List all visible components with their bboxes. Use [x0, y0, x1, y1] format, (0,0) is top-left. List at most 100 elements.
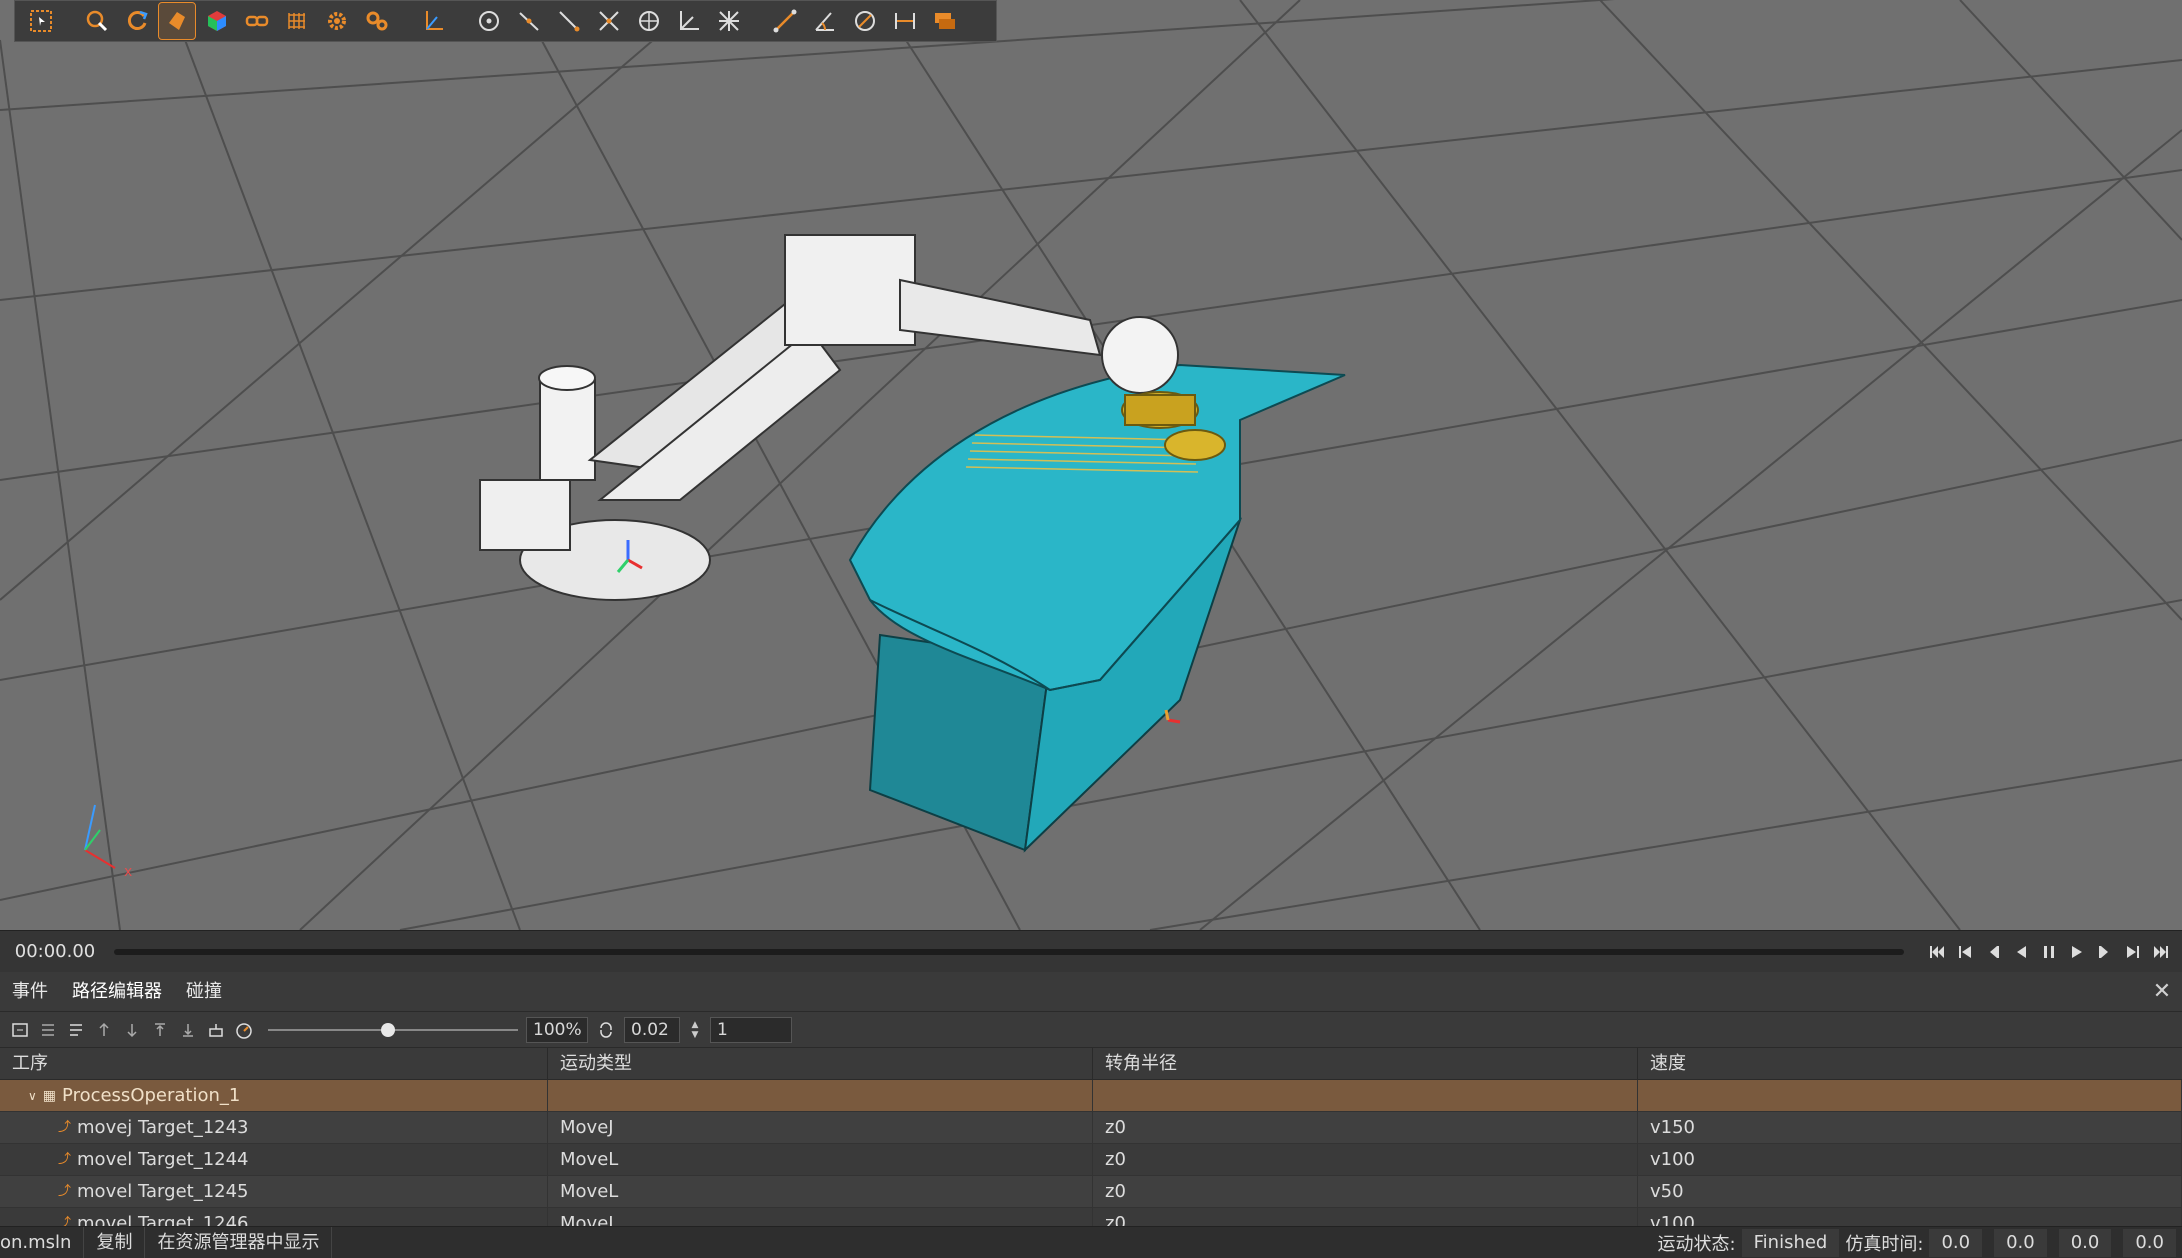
add-point-icon[interactable] — [10, 1020, 30, 1040]
frame-icon[interactable] — [415, 3, 451, 39]
edge-snap-icon[interactable] — [551, 3, 587, 39]
app-window: x 00:00.00 事件 路径编辑器 碰撞 ✕ 100% 0.02 ▲ ▼ 1… — [0, 0, 2182, 1258]
list-edit-icon[interactable] — [66, 1020, 86, 1040]
status-bar: on.msln 复制 在资源管理器中显示 运动状态: Finished 仿真时间… — [0, 1226, 2182, 1258]
group-name: ProcessOperation_1 — [62, 1085, 241, 1106]
axis-x-label: x — [124, 864, 132, 880]
column-header-speed[interactable]: 速度 — [1638, 1048, 2182, 1079]
chevron-down-icon[interactable]: ∨ — [28, 1080, 37, 1112]
motion-state-value: Finished — [1741, 1228, 1840, 1257]
cube-icon[interactable] — [199, 3, 235, 39]
layers-icon[interactable] — [927, 3, 963, 39]
move-up-icon[interactable] — [94, 1020, 114, 1040]
playback-controls — [1928, 941, 2170, 963]
table-row[interactable]: ⤴ movej Target_1243 MoveJ z0 v150 — [0, 1112, 2182, 1144]
row-name: movel Target_1245 — [77, 1181, 249, 1202]
current-time: 00:00.00 — [14, 941, 96, 962]
grid-pattern-icon[interactable] — [279, 3, 315, 39]
table-header: 工序 运动类型 转角半径 速度 — [0, 1048, 2182, 1080]
next-key-icon[interactable] — [2124, 941, 2142, 963]
coord-x-value: 0.0 — [1994, 1228, 2047, 1257]
skip-start-icon[interactable] — [1928, 941, 1946, 963]
row-motion: MoveL — [548, 1144, 1093, 1175]
line-snap-icon[interactable] — [511, 3, 547, 39]
row-name: movel Target_1246 — [77, 1213, 249, 1228]
row-speed: v100 — [1638, 1208, 2182, 1227]
step-field[interactable]: 0.02 — [624, 1016, 680, 1043]
row-name: movej Target_1243 — [77, 1117, 249, 1138]
panel-tabs: 事件 路径编辑器 碰撞 ✕ — [0, 972, 2182, 1012]
skip-end-icon[interactable] — [2152, 941, 2170, 963]
rotate-icon[interactable] — [119, 3, 155, 39]
measure-line-icon[interactable] — [767, 3, 803, 39]
list-icon[interactable] — [38, 1020, 58, 1040]
angle-icon[interactable] — [671, 3, 707, 39]
target-icon: ⤴ — [58, 1120, 72, 1135]
path-toolbar: 100% 0.02 ▲ ▼ 1 — [0, 1012, 2182, 1048]
row-zone: z0 — [1093, 1144, 1638, 1175]
speed-percent-field[interactable]: 100% — [526, 1016, 588, 1043]
close-icon[interactable]: ✕ — [2150, 980, 2174, 1004]
timeline-bar: 00:00.00 — [0, 930, 2182, 972]
row-motion: MoveJ — [548, 1112, 1093, 1143]
scene-canvas[interactable]: x — [0, 0, 2182, 930]
intersection-icon[interactable] — [591, 3, 627, 39]
gear-icon[interactable] — [319, 3, 355, 39]
loop-icon[interactable] — [596, 1020, 616, 1040]
center-icon[interactable] — [631, 3, 667, 39]
target-icon: ⤴ — [58, 1216, 72, 1228]
circle-snap-icon[interactable] — [471, 3, 507, 39]
robot-icon[interactable] — [206, 1020, 226, 1040]
speed-slider[interactable] — [268, 1020, 518, 1040]
table-row[interactable]: ⤴ movel Target_1245 MoveL z0 v50 — [0, 1176, 2182, 1208]
step-spinner[interactable]: ▲ ▼ — [688, 1017, 702, 1043]
chain-icon[interactable] — [239, 3, 275, 39]
count-field[interactable]: 1 — [710, 1016, 792, 1043]
row-zone: z0 — [1093, 1176, 1638, 1207]
play-icon[interactable] — [2068, 941, 2086, 963]
column-header-zone[interactable]: 转角半径 — [1093, 1048, 1638, 1079]
show-in-explorer-button[interactable]: 在资源管理器中显示 — [145, 1226, 333, 1258]
target-icon: ⤴ — [58, 1184, 72, 1199]
place-icon[interactable] — [79, 3, 115, 39]
table-row-group[interactable]: ∨ ▦ ProcessOperation_1 — [0, 1080, 2182, 1112]
column-header-operation[interactable]: 工序 — [0, 1048, 548, 1079]
pause-icon[interactable] — [2040, 941, 2058, 963]
row-speed: v50 — [1638, 1176, 2182, 1207]
tab-collision[interactable]: 碰撞 — [174, 972, 234, 1012]
operation-icon: ▦ — [42, 1088, 57, 1104]
row-speed: v150 — [1638, 1112, 2182, 1143]
gears-icon[interactable] — [359, 3, 395, 39]
row-zone: z0 — [1093, 1112, 1638, 1143]
column-header-motion-type[interactable]: 运动类型 — [548, 1048, 1093, 1079]
3d-viewport[interactable]: x — [0, 0, 2182, 930]
target-icon: ⤴ — [58, 1152, 72, 1167]
move-top-icon[interactable] — [150, 1020, 170, 1040]
reverse-play-icon[interactable] — [2012, 941, 2030, 963]
row-motion: MoveL — [548, 1208, 1093, 1227]
cross-icon[interactable] — [711, 3, 747, 39]
move-down-icon[interactable] — [122, 1020, 142, 1040]
coord-y-value: 0.0 — [2058, 1228, 2112, 1257]
table-row[interactable]: ⤴ movel Target_1244 MoveL z0 v100 — [0, 1144, 2182, 1176]
measure-distance-icon[interactable] — [887, 3, 923, 39]
measure-circle-icon[interactable] — [847, 3, 883, 39]
table-row[interactable]: ⤴ movel Target_1246 MoveL z0 v100 — [0, 1208, 2182, 1228]
part-icon[interactable] — [158, 2, 196, 40]
row-speed: v100 — [1638, 1144, 2182, 1175]
timeline-scrubber[interactable] — [114, 948, 1904, 955]
select-box-icon[interactable] — [23, 3, 59, 39]
prev-key-icon[interactable] — [1956, 941, 1974, 963]
row-motion: MoveL — [548, 1176, 1093, 1207]
measure-angle-icon[interactable] — [807, 3, 843, 39]
move-bottom-icon[interactable] — [178, 1020, 198, 1040]
speed-slider-thumb[interactable] — [381, 1022, 395, 1037]
sim-time-label: 仿真时间: — [1845, 1233, 1924, 1255]
tab-events[interactable]: 事件 — [0, 972, 60, 1012]
step-forward-icon[interactable] — [2096, 941, 2114, 963]
step-back-icon[interactable] — [1984, 941, 2002, 963]
tab-path-editor[interactable]: 路径编辑器 — [60, 972, 174, 1012]
copy-button[interactable]: 复制 — [84, 1226, 146, 1258]
speed-gauge-icon[interactable] — [234, 1020, 254, 1040]
sim-time-value: 0.0 — [1929, 1228, 1983, 1257]
